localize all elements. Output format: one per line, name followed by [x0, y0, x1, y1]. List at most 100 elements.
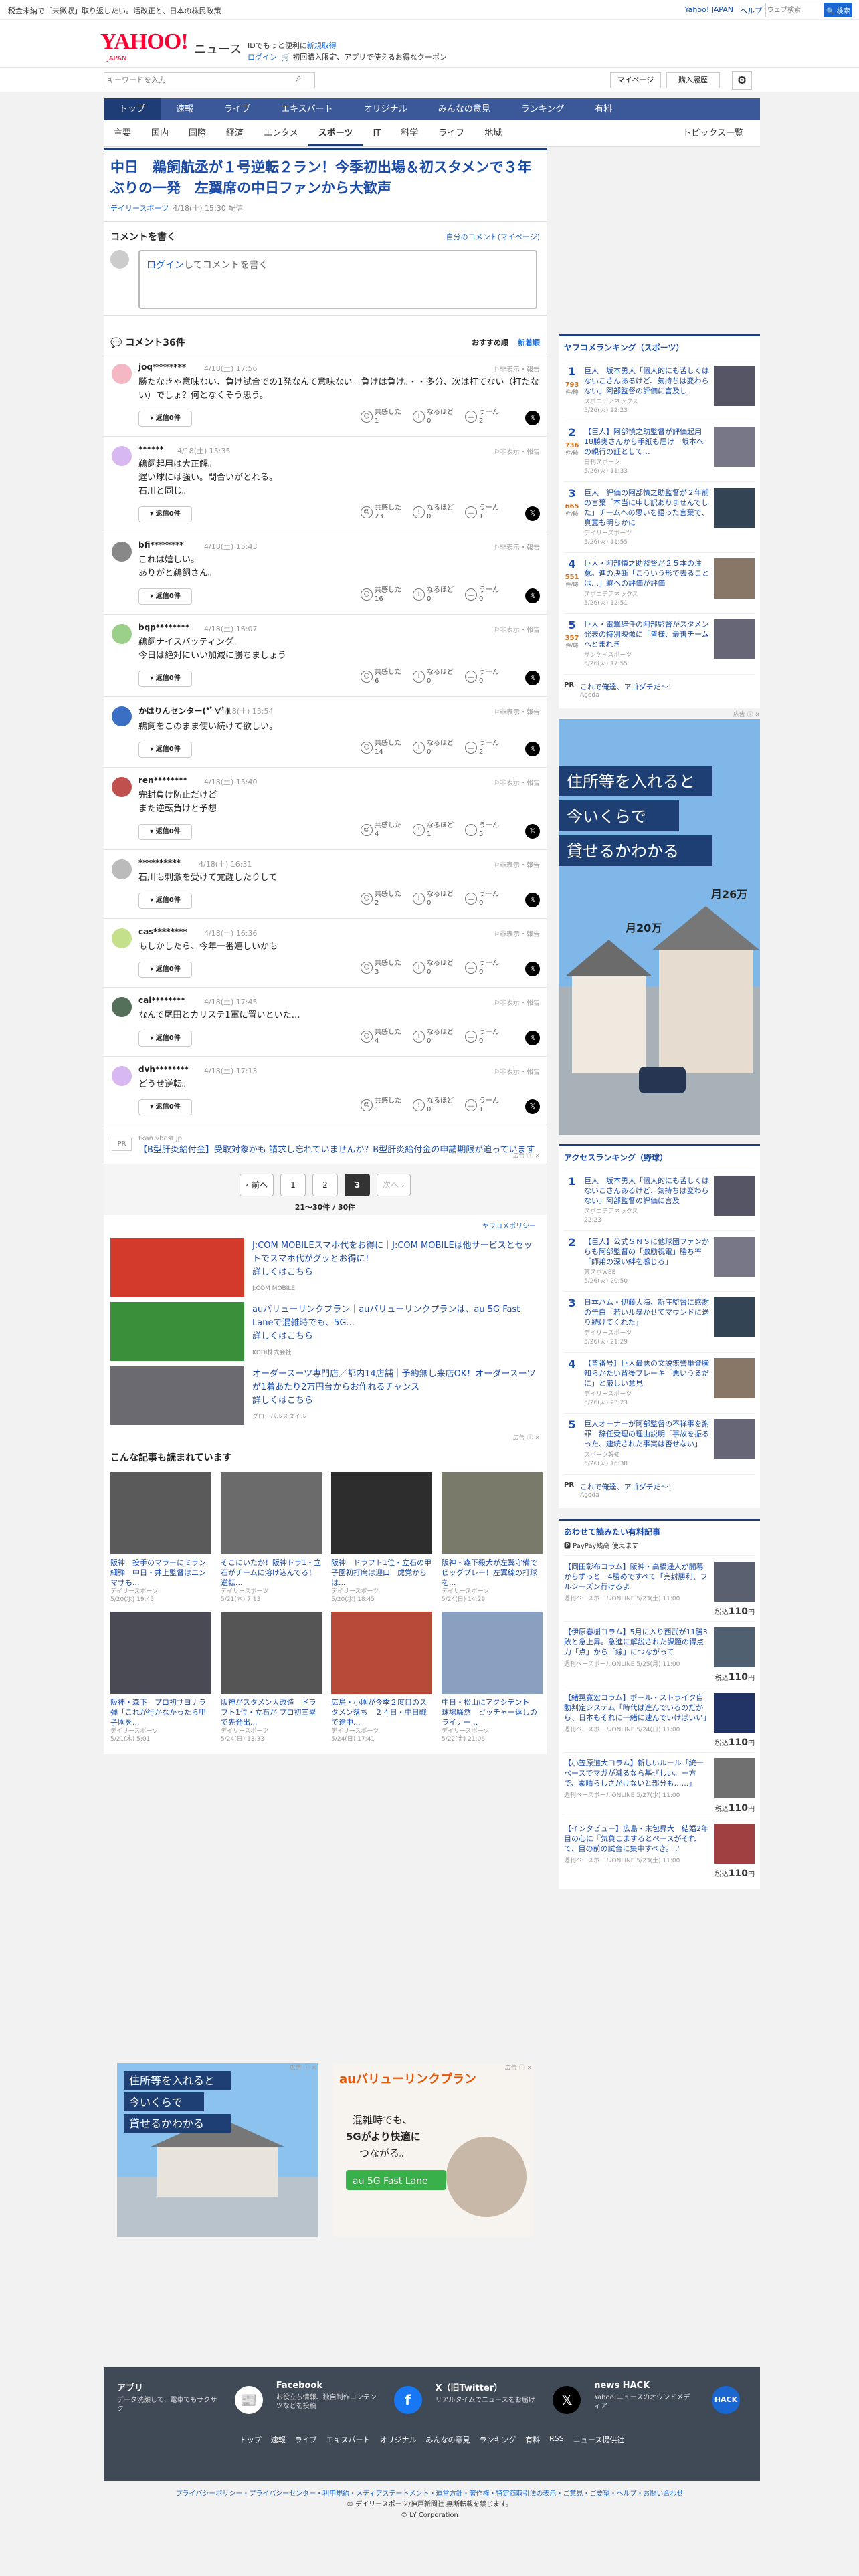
react-empathy[interactable]: ☺ 共感した 3: [361, 959, 401, 976]
footer-link[interactable]: RSS: [549, 2434, 564, 2445]
my-comments-link[interactable]: 自分のコメント(マイページ): [446, 231, 540, 242]
footer-link[interactable]: ランキング: [479, 2434, 516, 2445]
comment-author[interactable]: ren********: [138, 776, 540, 785]
reply-button[interactable]: ▾ 返信0件: [138, 1099, 192, 1115]
ad-title[interactable]: auバリューリンクプラン｜auバリューリンクプランは、au 5G Fast La…: [252, 1305, 520, 1328]
top-notice[interactable]: 税金未納で「未徴収」取り返したい。活改正と、日本の株民政策: [8, 5, 221, 16]
side-ad[interactable]: 広告 ⓘ ✕ 住所等を入れると 今いくらで 貸せるかわかる 月20万 月26万: [559, 712, 760, 1135]
react-uun[interactable]: … うーん 0: [465, 586, 499, 603]
keyword-input[interactable]: [104, 72, 315, 88]
rank-title[interactable]: 【背番号】巨人最悪の文説無誉単登騰 知らかたい背後ブレーキ「悪いうるだに」と厳し…: [584, 1358, 717, 1388]
reply-button[interactable]: ▾ 返信0件: [138, 506, 192, 522]
subnav-7[interactable]: 科学: [391, 120, 428, 146]
register-link[interactable]: 新規取得: [307, 41, 337, 50]
react-uun[interactable]: … うーん 0: [465, 890, 499, 907]
react-uun[interactable]: … うーん 0: [465, 1028, 499, 1045]
subnav-0[interactable]: 主要: [104, 120, 141, 146]
login-link[interactable]: ログイン: [147, 260, 184, 271]
related-title[interactable]: 阪神・森下 プロ初サヨナラ弾「これが行かなかったら甲子園を...: [110, 1697, 211, 1727]
comment-author[interactable]: dvh********: [138, 1065, 540, 1074]
related-card[interactable]: そこにいたか！阪神ドラ1・立石がチームに溶け込んでる！逆転... デイリースポーツ…: [221, 1472, 322, 1604]
pr-item[interactable]: PR tkan.vbest.jp 【B型肝炎給付金】受取対象かも 請求し忘れてい…: [104, 1125, 547, 1164]
ad-label[interactable]: 広告 ⓘ ✕: [104, 1430, 547, 1445]
report-button[interactable]: ⚐非表示・報告: [494, 928, 540, 938]
ad-title[interactable]: J:COM MOBILEスマホ代をお得に｜J:COM MOBILEは他サービスと…: [252, 1241, 533, 1264]
subnav-9[interactable]: 地域: [474, 120, 512, 146]
react-nodoku[interactable]: ! なるほど 1: [413, 821, 454, 839]
react-nodoku[interactable]: ! なるほど 0: [413, 1097, 454, 1114]
rank-title[interactable]: 巨人・阿部慎之助監督が２５本の注意。進の決断「こういう形で去ることは…」継への評…: [584, 558, 710, 588]
search-icon[interactable]: ⌕: [296, 73, 302, 84]
react-empathy[interactable]: ☺ 共感した 16: [361, 586, 401, 603]
comment-policy-link[interactable]: ヤフコメポリシー: [482, 1220, 536, 1230]
react-empathy[interactable]: ☺ 共感した 14: [361, 739, 401, 756]
gnav-5[interactable]: みんなの意見: [423, 98, 506, 120]
gnav-1[interactable]: 速報: [161, 98, 209, 120]
article-source[interactable]: デイリースポーツ: [110, 204, 169, 213]
footer-link[interactable]: エキスパート: [326, 2434, 371, 2445]
react-nodoku[interactable]: ! なるほど 0: [413, 504, 454, 521]
rank-title[interactable]: 巨人 坂本勇人「個人的にも苦しくはないこさんあるけど、気持ちは変わらない」阿部監…: [584, 1176, 710, 1206]
x-share-icon[interactable]: 𝕏: [525, 742, 540, 756]
sort-recommended[interactable]: おすすめ順: [472, 337, 508, 348]
rank-title[interactable]: 巨人 評価の阿部慎之助監督が２年前の言葉「本当に申し訳ありませんでした」チームへ…: [584, 488, 710, 528]
report-button[interactable]: ⚐非表示・報告: [494, 777, 540, 787]
report-button[interactable]: ⚐非表示・報告: [494, 859, 540, 869]
related-title[interactable]: 阪神 投手のマラーにミラン細弾 中日・井上監督はエンマサも...: [110, 1558, 211, 1588]
footer-app[interactable]: X（旧Twitter） リアルタイムでニュースをお届け 𝕏: [436, 2381, 588, 2428]
react-nodoku[interactable]: ! なるほど 0: [413, 668, 454, 685]
subnav-4[interactable]: エンタメ: [254, 120, 308, 146]
pr-title[interactable]: これで俺達、アゴダチだ～！: [580, 1481, 676, 1492]
help-link[interactable]: ヘルプ: [740, 5, 762, 16]
realestate-ad[interactable]: 広告 ⓘ ✕ 住所等を入れると 今いくらで 貸せるかわかる: [117, 2063, 318, 2237]
pr-title[interactable]: 【B型肝炎給付金】受取対象かも 請求し忘れていませんか？B型肝炎給付金の申請期限…: [138, 1144, 540, 1157]
topics-list-link[interactable]: トピックス一覧: [672, 120, 753, 147]
x-share-icon[interactable]: 𝕏: [525, 1031, 540, 1045]
ranking-item[interactable]: 5 357 件/時 巨人・電撃辞任の阿部監督がスタメン発表の特別映像に「皆様、最善チー…: [564, 613, 755, 674]
related-card[interactable]: 阪神・森下 プロ初サヨナラ弾「これが行かなかったら甲子園を... デイリースポーツ…: [110, 1612, 211, 1743]
paid-article[interactable]: 【インタビュー】広島・末包昇大 結婚2年目の心に『気負こまするとペースがそれて、…: [564, 1818, 755, 1883]
ranking-item[interactable]: 3 日本ハム・伊藤大海、新庄監督に感謝の告白「若いル暴かせてマウンドに送り続けてく…: [564, 1291, 755, 1352]
react-empathy[interactable]: ☺ 共感した 2: [361, 890, 401, 907]
login-link[interactable]: ログイン: [248, 53, 277, 62]
react-nodoku[interactable]: ! なるほど 0: [413, 586, 454, 603]
related-card[interactable]: 中日・松山にアクシデント 球場騒然 ピッチャー返しのライナー... デイリースポー…: [442, 1612, 543, 1743]
related-card[interactable]: 広島・小園が今季２度目のスタメン落ち ２４日・中日戦で途中... デイリースポーツ…: [331, 1612, 432, 1743]
yahoo-logo[interactable]: YAHOO!: [100, 29, 189, 55]
report-button[interactable]: ⚐非表示・報告: [494, 446, 540, 456]
footer-link[interactable]: 速報: [271, 2434, 286, 2445]
x-share-icon[interactable]: 𝕏: [525, 411, 540, 425]
ranking-item[interactable]: 3 665 件/時 巨人 評価の阿部慎之助監督が２年前の言葉「本当に申し訳ありませんで…: [564, 481, 755, 552]
mypage-button[interactable]: マイページ: [610, 72, 661, 88]
sort-newest[interactable]: 新着順: [518, 337, 540, 348]
react-nodoku[interactable]: ! なるほど 0: [413, 959, 454, 976]
x-share-icon[interactable]: 𝕏: [525, 506, 540, 521]
footer-link[interactable]: オリジナル: [379, 2434, 416, 2445]
x-icon[interactable]: 𝕏: [553, 2386, 581, 2414]
au-ad[interactable]: 広告 ⓘ ✕ auバリューリンクプラン 混雑時でも、 5Gがより快適に つながる…: [332, 2063, 533, 2237]
report-button[interactable]: ⚐非表示・報告: [494, 624, 540, 634]
related-title[interactable]: 阪神・森下殺犬が左翼守備でビッグプレー！左翼線の打球を...: [442, 1558, 543, 1588]
report-button[interactable]: ⚐非表示・報告: [494, 706, 540, 716]
rank-title[interactable]: 巨人・電撃辞任の阿部監督がスタメン発表の特別映像に「皆様、最善チームへとまれき: [584, 619, 710, 649]
report-button[interactable]: ⚐非表示・報告: [494, 364, 540, 374]
subnav-5[interactable]: スポーツ: [308, 120, 363, 146]
comment-author[interactable]: cas********: [138, 927, 540, 936]
facebook-icon[interactable]: f: [393, 2386, 422, 2414]
comment-author[interactable]: bqp********: [138, 623, 540, 632]
ranking-item[interactable]: 4 551 件/時 巨人・阿部慎之助監督が２５本の注意。進の決断「こういう形で去ること…: [564, 552, 755, 613]
react-empathy[interactable]: ☺ 共感した 6: [361, 668, 401, 685]
paid-article[interactable]: 【緒晃寛宏コラム】ボール・ストライク自動判定システム「時代は進んでいるのだから、…: [564, 1687, 755, 1752]
ranking-item[interactable]: 4 【背番号】巨人最悪の文説無誉単登騰 知らかたい背後ブレーキ「悪いうるだに」と厳…: [564, 1352, 755, 1413]
related-card[interactable]: 阪神・森下殺犬が左翼守備でビッグプレー！左翼線の打球を... デイリースポーツ 5/…: [442, 1472, 543, 1604]
related-card[interactable]: 阪神がスタメン大改造 ドラフト1位・立石が プロ初三塁で先発出... デイリースポ…: [221, 1612, 322, 1743]
react-uun[interactable]: … うーん 1: [465, 504, 499, 521]
article-title[interactable]: 中日 鵜飼航丞が１号逆転２ラン！今季初出場＆初スタメンで３年ぶりの一発 左翼席の…: [104, 150, 547, 203]
related-title[interactable]: 阪神 ドラフト1位・立石の甲子園初打席は迎口 虎党からは...: [331, 1558, 432, 1588]
newshack-icon[interactable]: HACK: [712, 2386, 740, 2414]
ad-row[interactable]: auバリューリンクプラン｜auバリューリンクプランは、au 5G Fast La…: [104, 1302, 547, 1361]
react-uun[interactable]: … うーん 2: [465, 739, 499, 756]
yahoo-japan-link[interactable]: Yahoo! JAPAN: [684, 5, 733, 16]
gnav-0[interactable]: トップ: [104, 98, 161, 120]
subnav-6[interactable]: IT: [363, 120, 391, 146]
